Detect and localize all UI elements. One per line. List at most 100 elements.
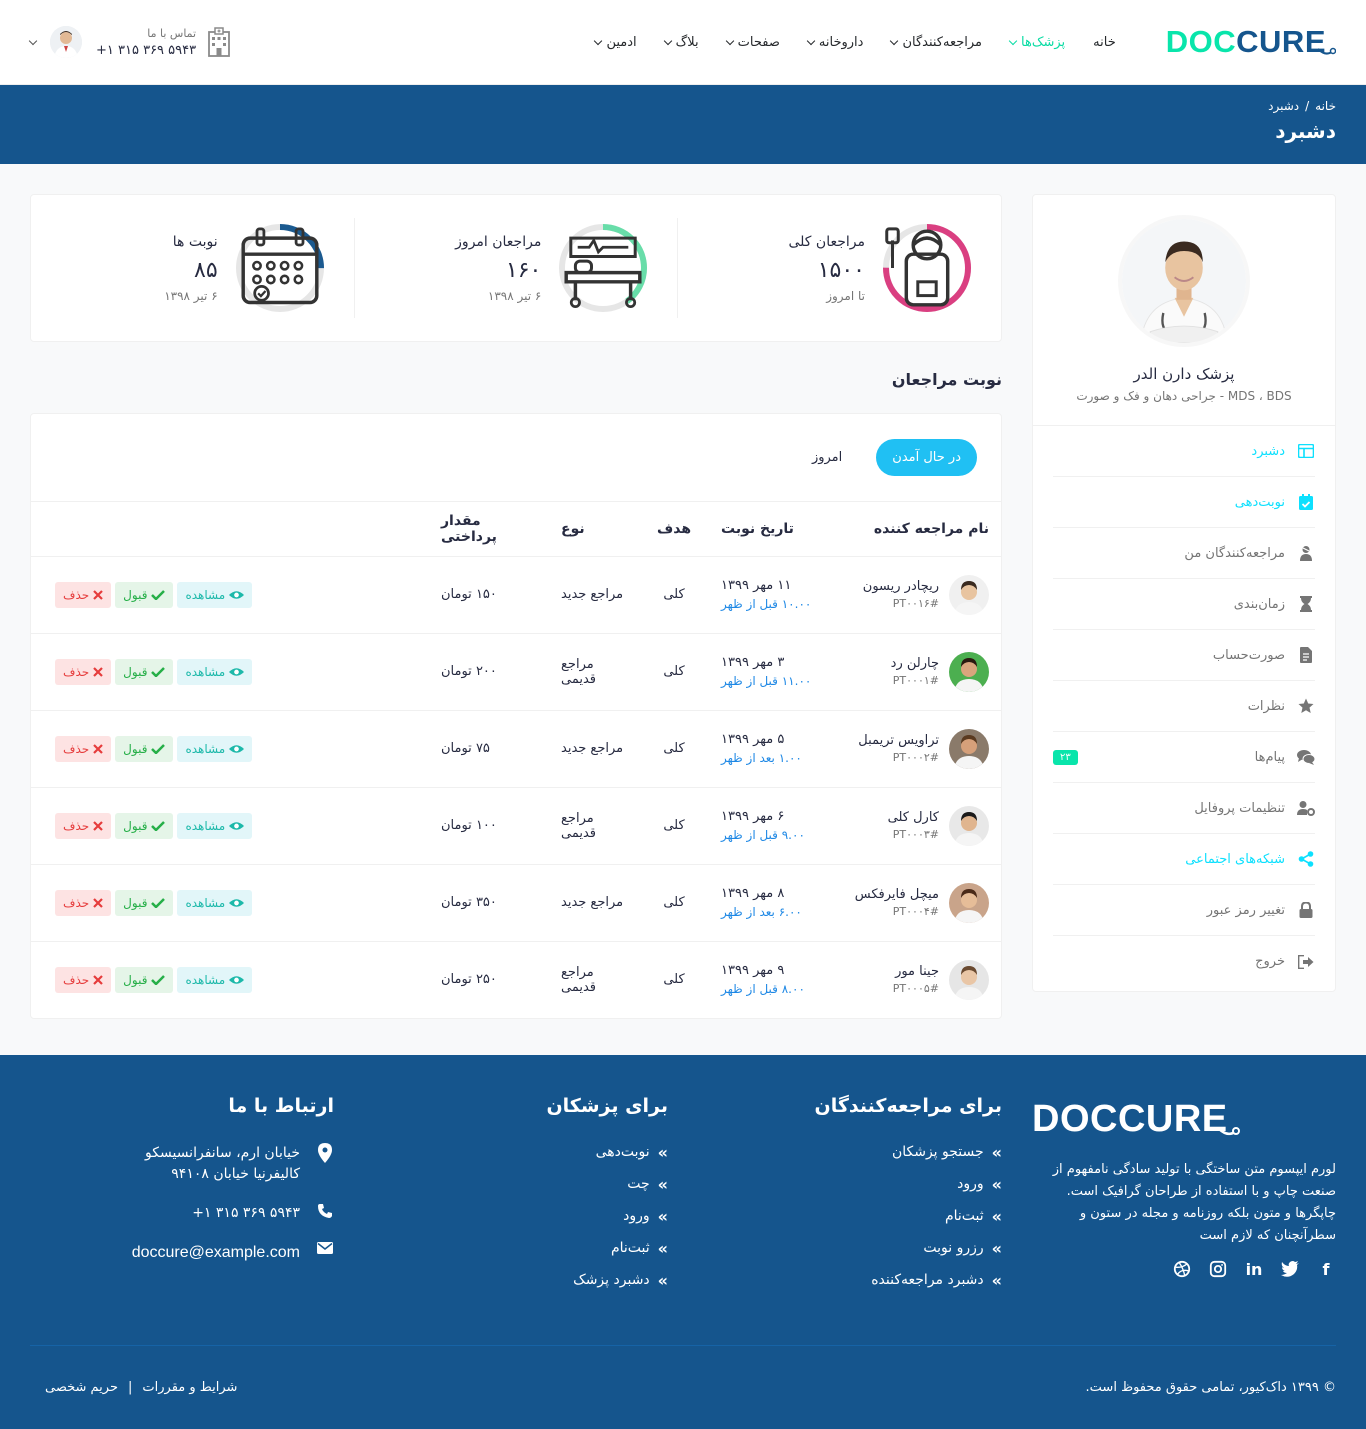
delete-button[interactable]: حذف bbox=[55, 658, 112, 685]
patient-id: #PT۰۰۰۱ bbox=[892, 674, 939, 687]
sidebar-item-label: شبکه‌های اجتماعی bbox=[1185, 851, 1285, 867]
footer-link-label: رزرو نوبت bbox=[923, 1240, 984, 1256]
sidebar-item-4[interactable]: صورت‌حساب bbox=[1053, 630, 1315, 681]
purpose-cell: کلی bbox=[639, 710, 709, 788]
user-menu-chevron-icon[interactable] bbox=[28, 36, 38, 45]
footer-doctor-link-4[interactable]: دشبرد پزشک » bbox=[364, 1271, 668, 1290]
nav-item-6[interactable]: ادمین bbox=[594, 35, 637, 50]
stat-icon bbox=[881, 222, 973, 314]
close-icon bbox=[93, 820, 103, 831]
appointment-time: ۱۱.۰۰ قبل از ظهر bbox=[721, 674, 812, 688]
footer-patient-link-3[interactable]: رزرو نوبت » bbox=[698, 1239, 1002, 1258]
accept-button[interactable]: قبول bbox=[115, 658, 174, 685]
patient-name[interactable]: کارل کلی bbox=[888, 810, 939, 825]
sidebar-item-0[interactable]: دشبرد bbox=[1053, 426, 1315, 477]
table-row: ریچادر ریسون #PT۰۰۱۶ ۱۱ مهر ۱۳۹۹ ۱۰.۰۰ قبل … bbox=[31, 556, 1001, 634]
footer-doctor-link-2[interactable]: ورود » bbox=[364, 1206, 668, 1226]
patient-avatar[interactable] bbox=[949, 882, 989, 923]
sidebar-item-2[interactable]: مراجعه‌کنندگان من bbox=[1053, 528, 1315, 579]
delete-button[interactable]: حذف bbox=[55, 581, 112, 608]
linkedin-icon[interactable]: in bbox=[1244, 1259, 1264, 1279]
nav-item-3[interactable]: داروخانه bbox=[806, 35, 863, 50]
patient-avatar[interactable] bbox=[949, 728, 989, 769]
sidebar-item-8[interactable]: شبکه‌های اجتماعی bbox=[1053, 834, 1315, 885]
table-row: تراویس تریمبل #PT۰۰۰۲ ۵ مهر ۱۳۹۹ ۱.۰۰ بعد ا… bbox=[31, 710, 1001, 788]
accept-button[interactable]: قبول bbox=[115, 735, 174, 762]
delete-button[interactable]: حذف bbox=[55, 889, 112, 916]
sidebar-item-7[interactable]: تنظیمات پروفایل bbox=[1053, 783, 1315, 834]
footer-doctor-link-3[interactable]: ثبت‌نام » bbox=[364, 1239, 668, 1258]
footer-doctor-link-1[interactable]: چت » bbox=[364, 1175, 668, 1194]
view-button[interactable]: مشاهده bbox=[177, 735, 253, 762]
nav-item-4[interactable]: صفحات bbox=[725, 35, 780, 50]
patient-avatar[interactable] bbox=[949, 959, 989, 1000]
chevron-down-icon bbox=[663, 36, 672, 45]
accept-button[interactable]: قبول bbox=[115, 812, 174, 839]
patient-name[interactable]: ریچادر ریسون bbox=[863, 579, 939, 594]
nav-item-label: بلاگ bbox=[675, 34, 699, 50]
twitter-icon[interactable] bbox=[1280, 1259, 1300, 1279]
footer-logo[interactable]: DOC CURE bbox=[1032, 1095, 1336, 1143]
delete-button[interactable]: حذف bbox=[55, 812, 112, 839]
page-title: دشبرد bbox=[1275, 119, 1336, 143]
delete-button[interactable]: حذف bbox=[55, 735, 112, 762]
table-row: چارلن رد #PT۰۰۰۱ ۳ مهر ۱۳۹۹ ۱۱.۰۰ قبل از ظه… bbox=[31, 633, 1001, 711]
footer-phone-row: +۱ ۳۱۵ ۳۶۹ ۵۹۴۳ bbox=[30, 1203, 334, 1224]
sidebar-item-10[interactable]: خروج bbox=[1053, 936, 1315, 987]
logo-text-doc: DOC bbox=[1165, 24, 1237, 59]
patient-name[interactable]: میچل فایرفکس bbox=[855, 887, 939, 902]
delete-button[interactable]: حذف bbox=[55, 966, 112, 993]
accept-button[interactable]: قبول bbox=[115, 966, 174, 993]
sidebar-item-1[interactable]: نوبت‌دهی bbox=[1053, 477, 1315, 528]
terms-link[interactable]: شرایط و مقررات bbox=[142, 1380, 237, 1395]
footer-patient-link-4[interactable]: دشبرد مراجعه‌کننده » bbox=[698, 1271, 1002, 1290]
double-chevron-left-icon: » bbox=[657, 1206, 668, 1226]
view-button[interactable]: مشاهده bbox=[177, 812, 253, 839]
patient-avatar[interactable] bbox=[949, 651, 989, 692]
sidebar-item-5[interactable]: نظرات bbox=[1053, 681, 1315, 732]
view-label: مشاهده bbox=[185, 818, 226, 833]
user-avatar[interactable] bbox=[50, 26, 82, 58]
sidebar-item-3[interactable]: زمان‌بندی bbox=[1053, 579, 1315, 630]
nav-item-1[interactable]: پزشک‌ها bbox=[1008, 35, 1065, 50]
footer-patient-link-0[interactable]: جستجو پزشکان » bbox=[698, 1143, 1002, 1162]
tab-upcoming[interactable]: در حال آمدن bbox=[876, 439, 977, 476]
nav-item-label: خانه bbox=[1093, 34, 1116, 50]
view-button[interactable]: مشاهده bbox=[177, 581, 253, 608]
footer-email[interactable]: doccure@example.com bbox=[132, 1242, 300, 1263]
nav-item-5[interactable]: بلاگ bbox=[663, 34, 699, 50]
user-cog-icon bbox=[1297, 799, 1315, 817]
accept-button[interactable]: قبول bbox=[115, 581, 174, 608]
site-logo[interactable]: DOC CURE bbox=[1166, 24, 1336, 60]
footer-patients-title: برای مراجعه‌کنندگان bbox=[814, 1095, 1002, 1117]
facebook-icon[interactable]: f bbox=[1316, 1259, 1336, 1279]
patient-name[interactable]: چارلن رد bbox=[891, 656, 939, 671]
patient-avatar[interactable] bbox=[949, 805, 989, 846]
stat-1: مراجعان امروز ۱۶۰ ۶ تیر ۱۳۹۸ bbox=[355, 218, 679, 318]
contact-label: تماس با ما bbox=[147, 26, 197, 40]
patient-avatar[interactable] bbox=[949, 574, 989, 615]
breadcrumb-home[interactable]: خانه bbox=[1315, 99, 1336, 113]
accept-label: قبول bbox=[123, 818, 148, 833]
nav-item-2[interactable]: مراجعه‌کنندگان bbox=[890, 35, 982, 50]
footer-patient-link-2[interactable]: ثبت‌نام » bbox=[698, 1207, 1002, 1226]
patient-name[interactable]: جینا مور bbox=[893, 964, 939, 979]
footer-patient-link-1[interactable]: ورود » bbox=[698, 1175, 1002, 1194]
nav-item-0[interactable]: خانه bbox=[1093, 35, 1116, 50]
sidebar-item-label: تنظیمات پروفایل bbox=[1194, 800, 1285, 816]
privacy-link[interactable]: حریم شخصی bbox=[45, 1380, 118, 1395]
footer-doctor-link-0[interactable]: نوبت‌دهی » bbox=[364, 1143, 668, 1162]
view-button[interactable]: مشاهده bbox=[177, 966, 253, 993]
accept-button[interactable]: قبول bbox=[115, 889, 174, 916]
view-button[interactable]: مشاهده bbox=[177, 658, 253, 685]
dribbble-icon[interactable] bbox=[1172, 1259, 1192, 1279]
patient-name[interactable]: تراویس تریمبل bbox=[858, 733, 939, 748]
view-button[interactable]: مشاهده bbox=[177, 889, 253, 916]
tab-today[interactable]: امروز bbox=[796, 439, 858, 476]
sidebar-item-9[interactable]: تغییر رمز عبور bbox=[1053, 885, 1315, 936]
appointment-time: ۶.۰۰ بعد از ظهر bbox=[721, 905, 802, 919]
sidebar-item-6[interactable]: پیام‌ها ۲۳ bbox=[1053, 732, 1315, 783]
amount-cell: ۲۵۰ تومان bbox=[441, 972, 497, 988]
stat-2: نوبت ها ۸۵ ۶ تیر ۱۳۹۸ bbox=[31, 218, 355, 318]
instagram-icon[interactable] bbox=[1208, 1259, 1228, 1279]
